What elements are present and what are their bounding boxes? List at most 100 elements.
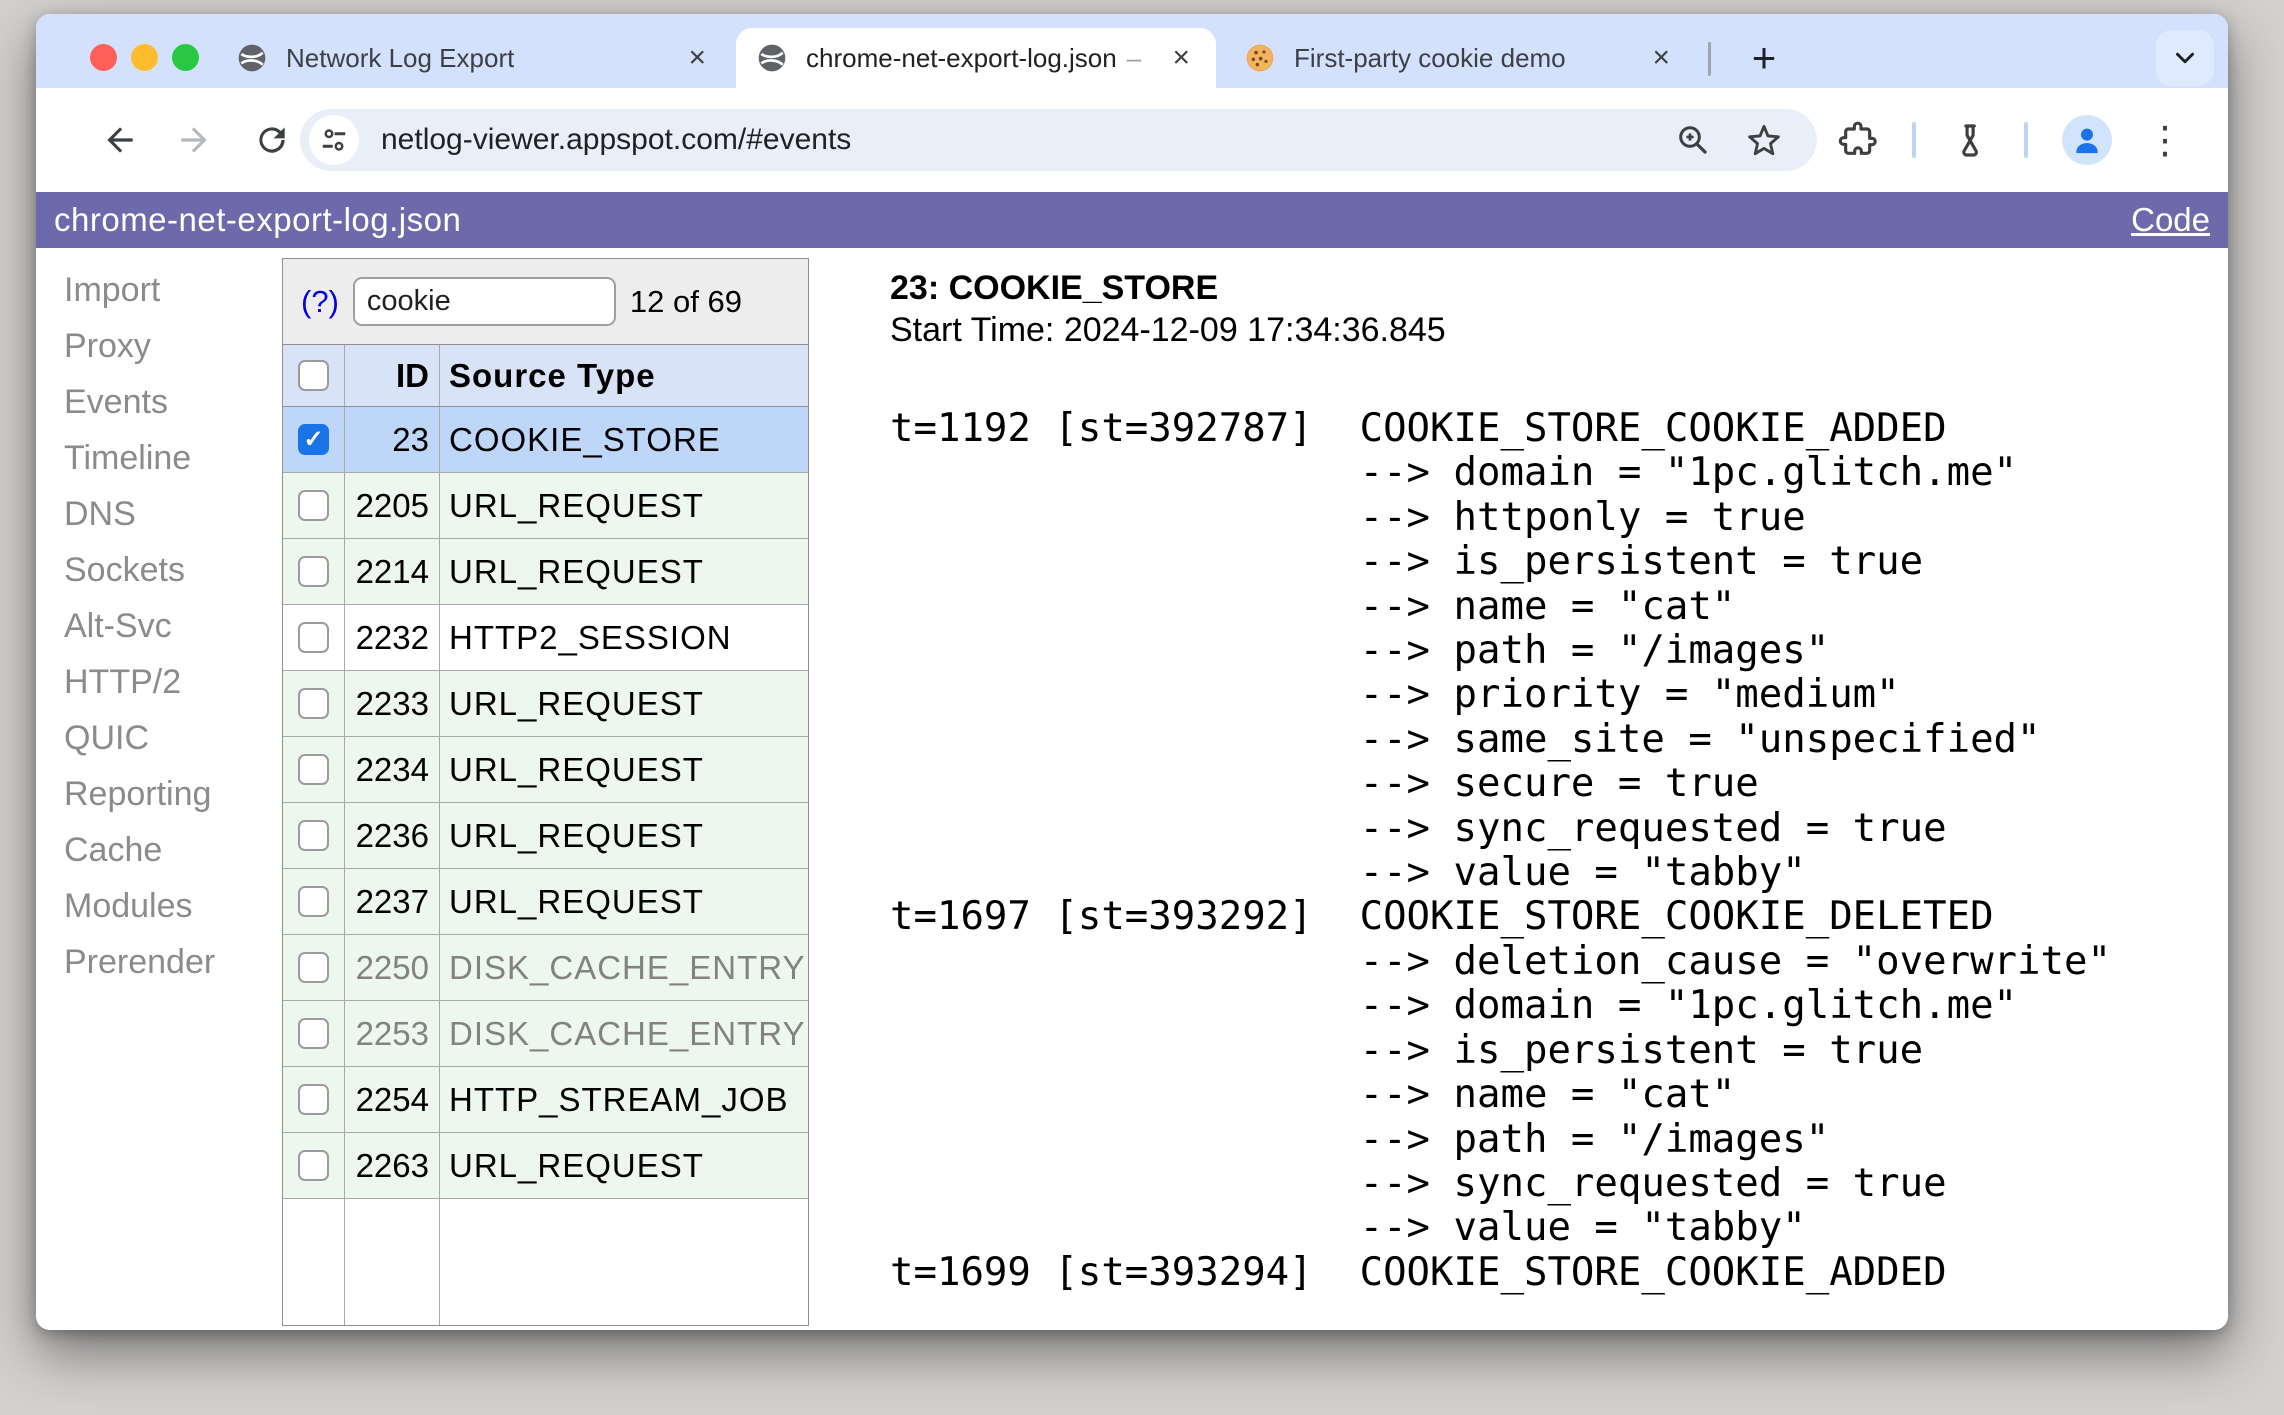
close-icon[interactable]: × <box>1652 43 1670 73</box>
chrome-labs-button[interactable] <box>1950 120 1990 160</box>
zoom-window-button[interactable] <box>172 44 199 71</box>
row-source-type-cell: URL_REQUEST <box>449 486 704 524</box>
row-checkbox[interactable] <box>298 1018 329 1049</box>
globe-icon <box>758 44 786 72</box>
sidebar-item-reporting[interactable]: Reporting <box>64 766 282 822</box>
sidebar-item-prerender[interactable]: Prerender <box>64 934 282 990</box>
table-row-2234[interactable]: 2234 URL_REQUEST <box>283 737 808 803</box>
table-row-2214[interactable]: 2214 URL_REQUEST <box>283 539 808 605</box>
extensions-button[interactable] <box>1838 120 1878 160</box>
close-icon[interactable]: × <box>1172 43 1190 73</box>
flask-icon <box>1962 124 1978 157</box>
table-row-2233[interactable]: 2233 URL_REQUEST <box>283 671 808 737</box>
table-header-row: ID Source Type <box>283 345 808 407</box>
row-id-cell: 2233 <box>345 671 440 736</box>
browser-toolbar: netlog-viewer.appspot.com/#events ⋮ <box>36 88 2228 192</box>
sidebar-item-cache[interactable]: Cache <box>64 822 282 878</box>
table-empty-area <box>283 1199 808 1325</box>
zoom-button[interactable] <box>1675 122 1711 158</box>
row-checkbox[interactable] <box>298 754 329 785</box>
reload-icon <box>259 127 285 153</box>
filter-bar: (?) 12 of 69 <box>283 259 808 345</box>
row-id-cell: 2237 <box>345 869 440 934</box>
tab-title-suffix: – <box>1126 42 1142 73</box>
address-bar[interactable]: netlog-viewer.appspot.com/#events <box>300 109 1817 171</box>
loaded-file-name: chrome-net-export-log.json <box>54 201 462 238</box>
nav-sidebar: Import Proxy Events Timeline DNS Sockets Alt-S… <box>36 248 282 1330</box>
row-checkbox[interactable] <box>298 490 329 521</box>
row-id-cell: 2254 <box>345 1067 440 1132</box>
forward-arrow-icon <box>181 127 207 153</box>
table-row-2205[interactable]: 2205 URL_REQUEST <box>283 473 808 539</box>
code-link[interactable]: Code <box>2131 201 2210 239</box>
sidebar-item-proxy[interactable]: Proxy <box>64 318 282 374</box>
toolbar-divider <box>2024 122 2028 158</box>
table-row-2232[interactable]: 2232 HTTP2_SESSION <box>283 605 808 671</box>
row-source-type-cell: DISK_CACHE_ENTRY <box>449 948 806 986</box>
sidebar-item-quic[interactable]: QUIC <box>64 710 282 766</box>
bookmark-button[interactable] <box>1745 121 1783 159</box>
tab-chrome-net-export-log[interactable]: chrome-net-export-log.json – × <box>736 28 1216 88</box>
reload-button[interactable] <box>252 120 292 160</box>
event-detail-title: 23: COOKIE_STORE <box>890 269 1219 307</box>
puzzle-icon <box>1838 121 1877 155</box>
row-checkbox[interactable] <box>298 820 329 851</box>
row-checkbox[interactable]: ✓ <box>298 424 329 455</box>
close-window-button[interactable] <box>90 44 117 71</box>
close-icon[interactable]: × <box>688 43 706 73</box>
table-row-2250[interactable]: 2250 DISK_CACHE_ENTRY <box>283 935 808 1001</box>
row-id-cell: 23 <box>345 407 440 472</box>
toolbar-actions: ⋮ <box>1838 112 2184 168</box>
row-checkbox[interactable] <box>298 886 329 917</box>
row-id-cell: 2250 <box>345 935 440 1000</box>
forward-button[interactable] <box>174 120 214 160</box>
row-source-type-cell: DISK_CACHE_ENTRY <box>449 1014 806 1052</box>
new-tab-button[interactable]: + <box>1736 30 1792 86</box>
filter-help-link[interactable]: (?) <box>301 284 339 320</box>
tab-title: chrome-net-export-log.json <box>806 42 1117 73</box>
table-row-2263[interactable]: 2263 URL_REQUEST <box>283 1133 808 1199</box>
row-checkbox[interactable] <box>298 952 329 983</box>
filter-input[interactable] <box>352 277 616 326</box>
tune-icon <box>322 129 346 151</box>
row-checkbox[interactable] <box>298 1084 329 1115</box>
sidebar-item-modules[interactable]: Modules <box>64 878 282 934</box>
sidebar-item-dns[interactable]: DNS <box>64 486 282 542</box>
sidebar-item-import[interactable]: Import <box>64 262 282 318</box>
sidebar-item-http-2[interactable]: HTTP/2 <box>64 654 282 710</box>
tab-divider <box>1708 42 1711 76</box>
table-row-23[interactable]: ✓ 23 COOKIE_STORE <box>283 407 808 473</box>
sidebar-item-events[interactable]: Events <box>64 374 282 430</box>
column-header-id[interactable]: ID <box>345 345 440 406</box>
profile-avatar[interactable] <box>2062 115 2112 165</box>
row-source-type-cell: URL_REQUEST <box>449 750 704 788</box>
tab-first-party-cookie-demo[interactable]: First-party cookie demo × <box>1220 28 1696 88</box>
table-row-2253[interactable]: 2253 DISK_CACHE_ENTRY <box>283 1001 808 1067</box>
minimize-window-button[interactable] <box>131 44 158 71</box>
row-checkbox[interactable] <box>298 688 329 719</box>
select-all-checkbox[interactable] <box>298 360 329 391</box>
sidebar-item-sockets[interactable]: Sockets <box>64 542 282 598</box>
column-header-source-type[interactable]: Source Type <box>440 345 808 406</box>
tab-search-button[interactable] <box>2156 30 2214 86</box>
table-row-2254[interactable]: 2254 HTTP_STREAM_JOB <box>283 1067 808 1133</box>
row-source-type-cell: HTTP2_SESSION <box>449 618 732 656</box>
tab-title: First-party cookie demo <box>1294 42 1566 73</box>
sidebar-item-alt-svc[interactable]: Alt-Svc <box>64 598 282 654</box>
site-info-button[interactable] <box>309 115 359 165</box>
back-button[interactable] <box>100 120 140 160</box>
sidebar-item-timeline[interactable]: Timeline <box>64 430 282 486</box>
row-checkbox[interactable] <box>298 622 329 653</box>
row-checkbox[interactable] <box>298 1150 329 1181</box>
url-text[interactable]: netlog-viewer.appspot.com/#events <box>381 123 1675 157</box>
event-start-time: Start Time: 2024-12-09 17:34:36.845 <box>890 311 1446 349</box>
tab-network-log-export[interactable]: Network Log Export × <box>236 28 732 88</box>
row-id-cell: 2253 <box>345 1001 440 1066</box>
menu-button[interactable]: ⋮ <box>2146 121 2184 159</box>
row-checkbox[interactable] <box>298 556 329 587</box>
zoom-icon <box>1679 126 1707 154</box>
select-all-checkbox-cell <box>283 345 345 406</box>
row-id-cell: 2205 <box>345 473 440 538</box>
table-row-2236[interactable]: 2236 URL_REQUEST <box>283 803 808 869</box>
table-row-2237[interactable]: 2237 URL_REQUEST <box>283 869 808 935</box>
